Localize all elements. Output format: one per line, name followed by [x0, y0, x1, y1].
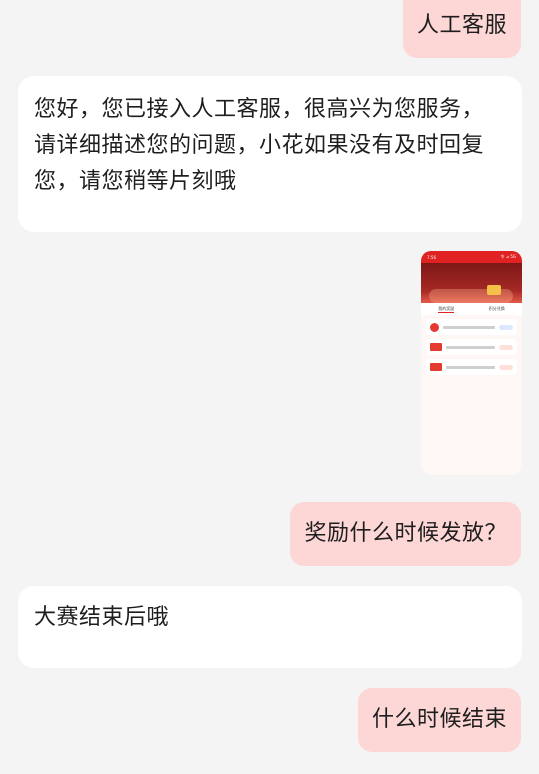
- message-text: 人工客服: [416, 13, 507, 38]
- image-message-thumbnail[interactable]: 7:56 令 ⊿ 5G 我的奖励 积分兑换: [421, 251, 522, 475]
- message-text: 奖励什么时候发放？: [304, 521, 507, 546]
- thumbnail-banner: [421, 263, 522, 303]
- thumbnail-reward-card: [426, 319, 517, 335]
- thumbnail-status-bar: 7:56 令 ⊿ 5G: [421, 251, 522, 263]
- thumbnail-reward-card: [426, 359, 517, 375]
- thumbnail-tabs: 我的奖励 积分兑换: [421, 303, 522, 315]
- reward-text-line: [446, 365, 495, 369]
- reward-text-line: [446, 345, 495, 349]
- coupon-icon: [430, 343, 442, 351]
- reward-button: [499, 364, 513, 370]
- user-message-bubble: 人工客服: [402, 0, 521, 58]
- user-message-bubble: 奖励什么时候发放？: [290, 502, 521, 566]
- thumbnail-status-time: 7:56: [427, 254, 436, 260]
- thumbnail-status-icons: 令 ⊿ 5G: [500, 254, 516, 259]
- agent-message-bubble: 您好，您已接入人工客服，很高兴为您服务，请详细描述您的问题，小花如果没有及时回复…: [18, 76, 522, 232]
- reward-text-line: [443, 325, 495, 329]
- user-message-bubble: 什么时候结束: [357, 688, 521, 752]
- thumbnail-reward-card: [426, 339, 517, 355]
- gift-icon: [487, 285, 501, 295]
- reward-button: [499, 324, 513, 330]
- agent-message-bubble: 大赛结束后哦: [18, 586, 522, 668]
- reward-button: [499, 344, 513, 350]
- message-text: 大赛结束后哦: [34, 605, 170, 630]
- thumbnail-tab-rewards: 我的奖励: [438, 305, 455, 313]
- reward-icon: [430, 322, 439, 332]
- message-text: 什么时候结束: [371, 707, 507, 732]
- message-text: 您好，您已接入人工客服，很高兴为您服务，请详细描述您的问题，小花如果没有及时回复…: [34, 97, 485, 194]
- thumbnail-tab-points: 积分兑换: [488, 306, 505, 311]
- coupon-icon: [430, 363, 442, 371]
